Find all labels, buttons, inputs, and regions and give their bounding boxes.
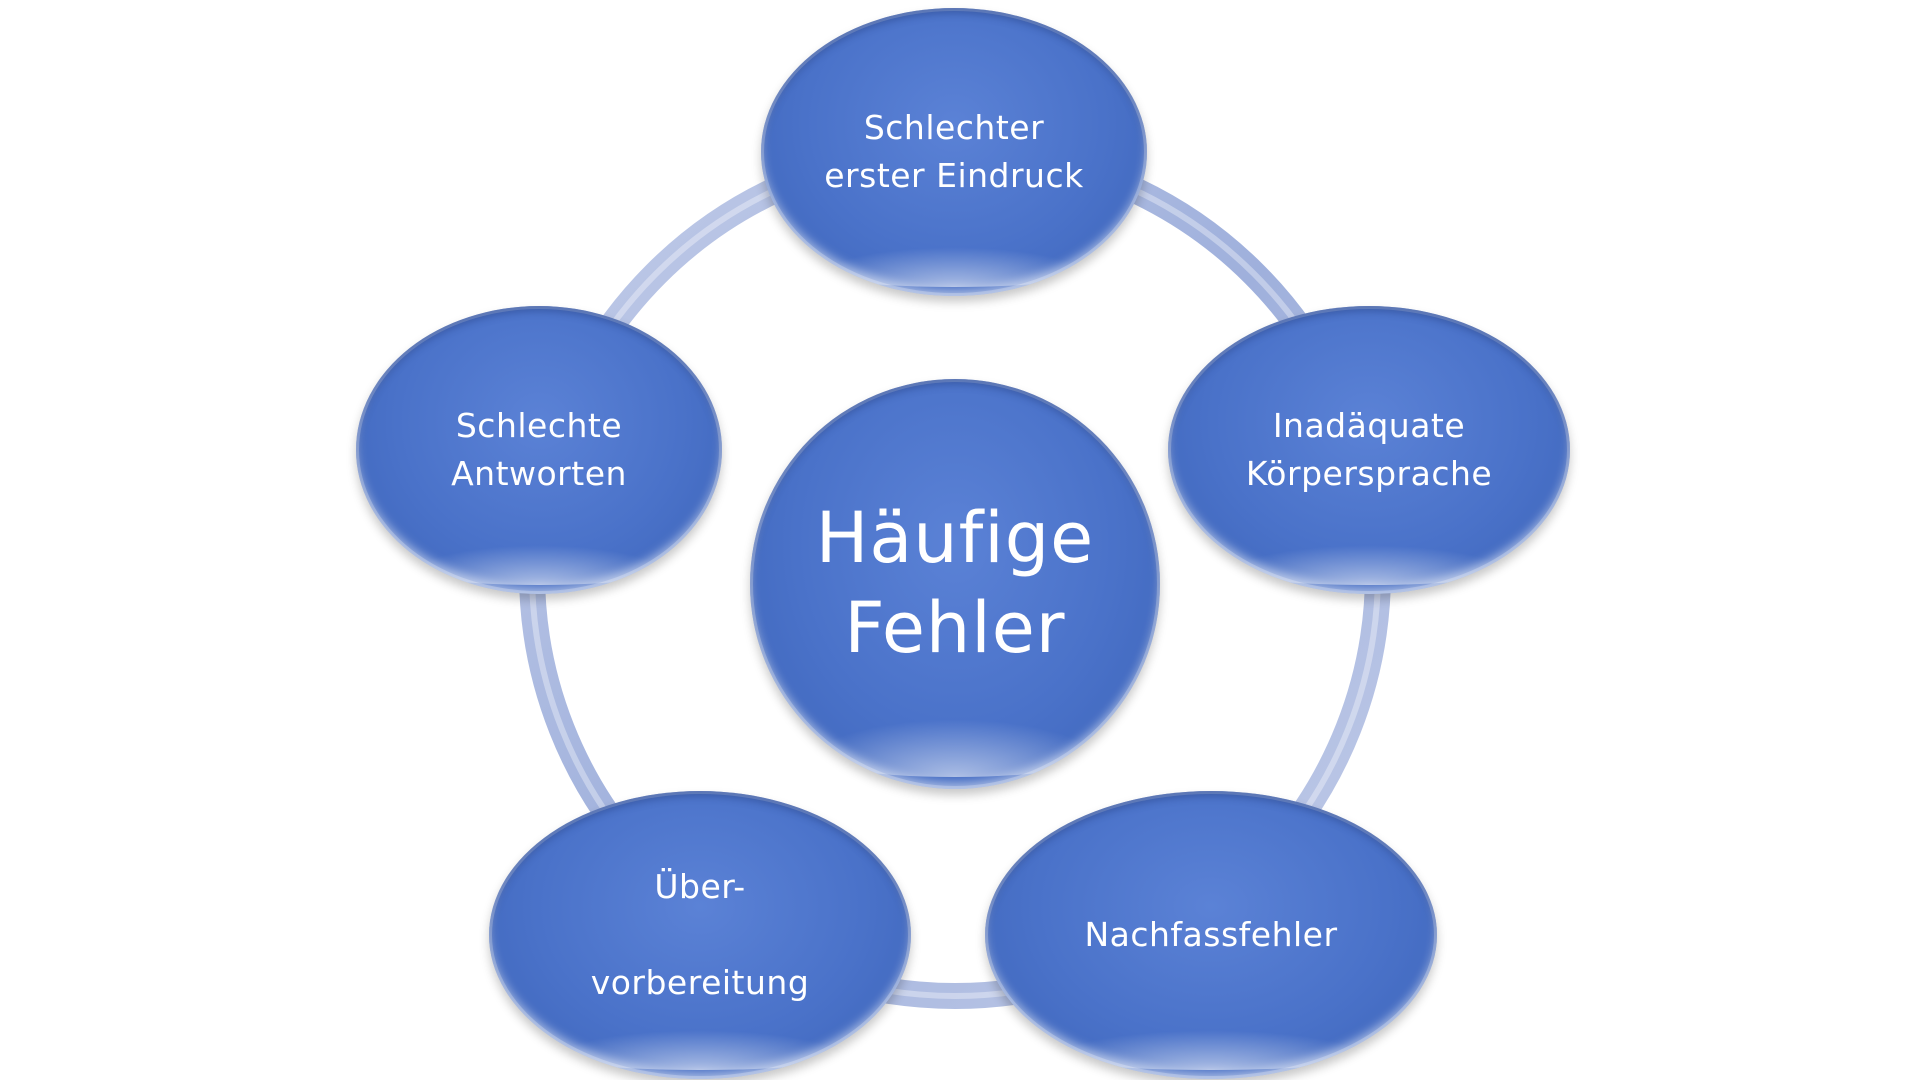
- center-node-haeufige-fehler: Häufige Fehler: [750, 379, 1160, 789]
- node-label: Inadäquate Körpersprache: [1245, 406, 1493, 493]
- node-label: Über- vorbereitung: [590, 867, 810, 1002]
- node-label: Nachfassfehler: [1084, 915, 1338, 955]
- cycle-diagram: Schlechter erster Eindruck Inadäquate Kö…: [0, 0, 1920, 1080]
- node-inadaequate-koerpersprache: Inadäquate Körpersprache: [1168, 306, 1570, 594]
- node-schlechter-erster-eindruck: Schlechter erster Eindruck: [761, 8, 1147, 296]
- center-label: Häufige Fehler: [815, 497, 1095, 669]
- node-label: Schlechter erster Eindruck: [824, 108, 1084, 195]
- node-label: Schlechte Antworten: [451, 406, 627, 493]
- node-schlechte-antworten: Schlechte Antworten: [356, 306, 722, 594]
- node-ueber-vorbereitung: Über- vorbereitung: [489, 791, 911, 1079]
- node-nachfassfehler: Nachfassfehler: [985, 791, 1437, 1079]
